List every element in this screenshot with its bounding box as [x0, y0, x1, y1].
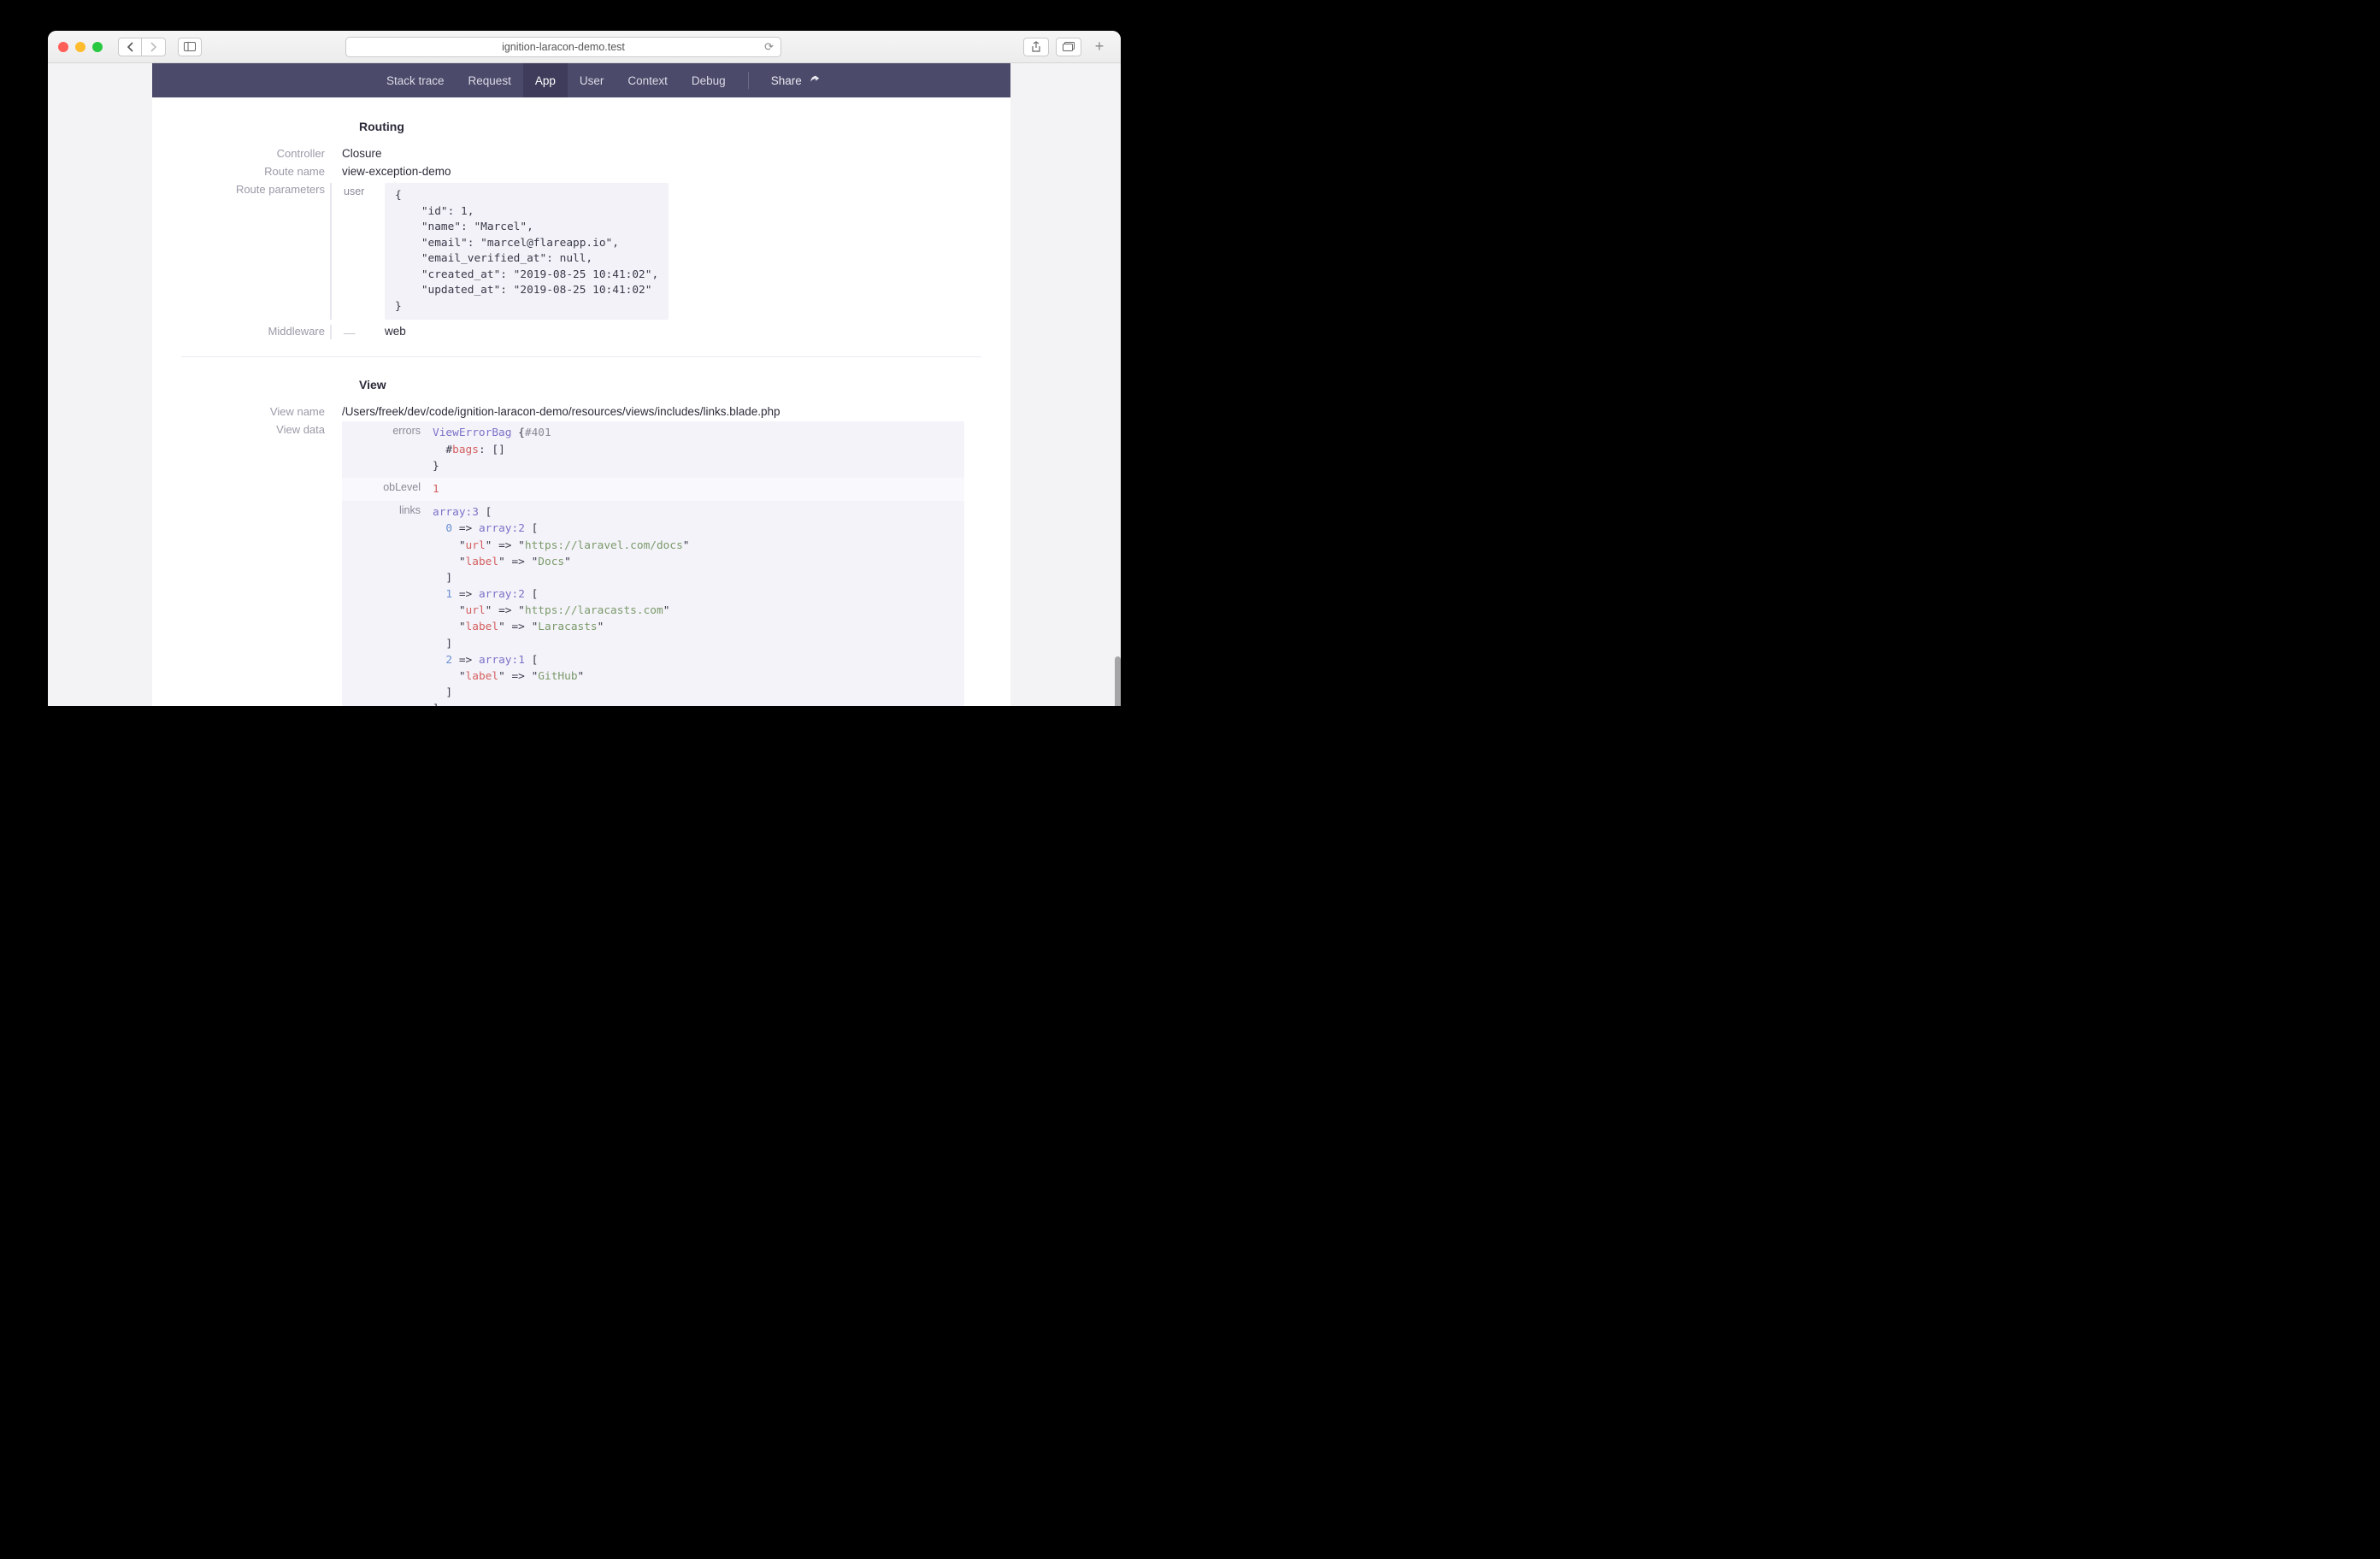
middleware-sub: —: [330, 325, 385, 339]
sidebar-toggle-button[interactable]: [178, 38, 202, 56]
tab-debug[interactable]: Debug: [680, 63, 738, 97]
tabs-button[interactable]: [1056, 38, 1081, 56]
vd-errors: errors ViewErrorBag {#401 #bags: [] }: [342, 421, 964, 478]
value-view-name: /Users/freek/dev/code/ignition-laracon-d…: [342, 403, 1010, 418]
window-controls: [58, 42, 103, 52]
view-heading: View: [359, 378, 1010, 391]
address-bar[interactable]: ignition-laracon-demo.test ⟳: [345, 37, 781, 57]
vd-val-errors: ViewErrorBag {#401 #bags: [] }: [433, 421, 964, 478]
back-button[interactable]: [118, 38, 142, 56]
titlebar: ignition-laracon-demo.test ⟳ +: [48, 31, 1121, 63]
row-middleware: Middleware — web: [152, 323, 1010, 339]
label-route-parameters: Route parameters: [152, 181, 342, 196]
tab-context[interactable]: Context: [616, 63, 680, 97]
share-action[interactable]: Share: [759, 63, 833, 97]
page-viewport: Stack trace Request App User Context Deb…: [48, 63, 1121, 706]
vd-key-errors: errors: [342, 421, 433, 478]
minimize-window-button[interactable]: [75, 42, 85, 52]
tab-app[interactable]: App: [523, 63, 568, 97]
chevron-right-icon: [150, 42, 157, 52]
scrollbar-thumb[interactable]: [1115, 656, 1121, 706]
share-icon: [1031, 41, 1041, 53]
share-label: Share: [771, 74, 802, 87]
row-view-data: View data errors ViewErrorBag {#401 #bag…: [152, 421, 1010, 706]
label-view-data: View data: [152, 421, 342, 436]
routing-heading: Routing: [359, 120, 1010, 133]
nav-divider: [748, 72, 749, 89]
forward-button[interactable]: [142, 38, 166, 56]
tab-user[interactable]: User: [568, 63, 616, 97]
content-pane: Stack trace Request App User Context Deb…: [152, 63, 1010, 706]
chevron-left-icon: [127, 42, 134, 52]
maximize-window-button[interactable]: [92, 42, 103, 52]
nav-buttons: [118, 38, 166, 56]
row-route-parameters: Route parameters user { "id": 1, "name":…: [152, 181, 1010, 320]
middleware-dash: —: [344, 327, 356, 339]
vd-links: links array:3 [ 0 => array:2 [ "url" => …: [342, 501, 964, 706]
tab-stack-trace[interactable]: Stack trace: [374, 63, 457, 97]
browser-window: ignition-laracon-demo.test ⟳ + Stack tra…: [48, 31, 1121, 706]
row-route-name: Route name view-exception-demo: [152, 163, 1010, 178]
value-route-name: view-exception-demo: [342, 163, 1010, 178]
vd-key-links: links: [342, 501, 433, 706]
vd-val-links: array:3 [ 0 => array:2 [ "url" => "https…: [433, 501, 964, 706]
user-json-dump: { "id": 1, "name": "Marcel", "email": "m…: [385, 183, 669, 320]
share-button[interactable]: [1023, 38, 1049, 56]
label-middleware: Middleware: [152, 323, 342, 338]
view-data-table: errors ViewErrorBag {#401 #bags: [] } ob…: [342, 421, 964, 706]
row-controller: Controller Closure: [152, 145, 1010, 160]
label-route-name: Route name: [152, 163, 342, 178]
share-arrow-icon: [809, 74, 821, 86]
app-content: Routing Controller Closure Route name vi…: [152, 97, 1010, 706]
reload-button[interactable]: ⟳: [764, 40, 774, 54]
tabs-icon: [1063, 42, 1075, 52]
label-view-name: View name: [152, 403, 342, 418]
row-view-name: View name /Users/freek/dev/code/ignition…: [152, 403, 1010, 418]
vd-val-oblevel: 1: [433, 478, 964, 501]
vd-key-oblevel: obLevel: [342, 478, 433, 501]
value-controller: Closure: [342, 145, 1010, 160]
ignition-nav: Stack trace Request App User Context Deb…: [152, 63, 1010, 97]
address-text: ignition-laracon-demo.test: [502, 41, 625, 53]
tab-request[interactable]: Request: [457, 63, 523, 97]
param-key-user: user: [330, 183, 385, 320]
section-divider: [181, 356, 981, 357]
close-window-button[interactable]: [58, 42, 68, 52]
new-tab-button[interactable]: +: [1088, 31, 1110, 63]
value-middleware: web: [385, 325, 406, 339]
sidebar-icon: [184, 42, 196, 51]
vd-oblevel: obLevel 1: [342, 478, 964, 501]
label-controller: Controller: [152, 145, 342, 160]
